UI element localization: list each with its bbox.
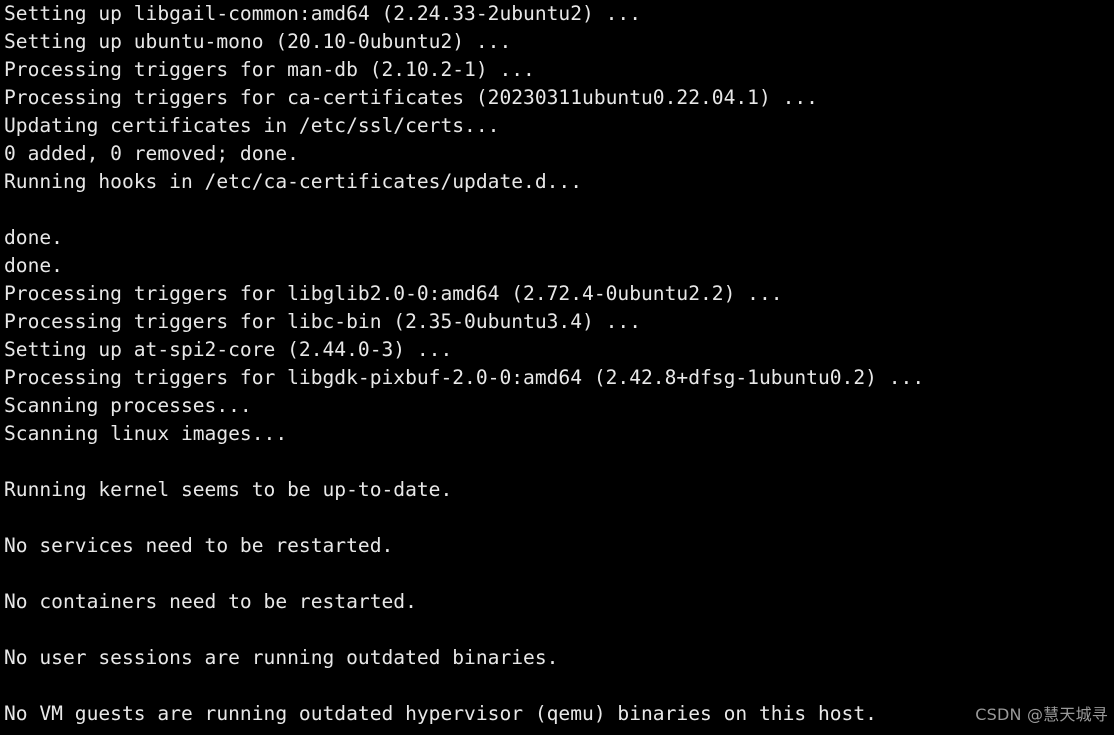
terminal-line: No user sessions are running outdated bi…	[4, 646, 559, 669]
csdn-watermark: CSDN @慧天城寻	[975, 705, 1108, 724]
terminal-line: 0 added, 0 removed; done.	[4, 142, 299, 165]
terminal-line: Scanning linux images...	[4, 422, 288, 445]
terminal-line: No services need to be restarted.	[4, 534, 394, 557]
terminal-line: Setting up libgail-common:amd64 (2.24.33…	[4, 2, 642, 25]
terminal-line: done.	[4, 226, 63, 249]
terminal-line: Processing triggers for libc-bin (2.35-0…	[4, 310, 642, 333]
terminal-line: Setting up ubuntu-mono (20.10-0ubuntu2) …	[4, 30, 512, 53]
terminal-line: No containers need to be restarted.	[4, 590, 417, 613]
terminal-output: Setting up libgail-common:amd64 (2.24.33…	[4, 0, 1114, 728]
terminal-window[interactable]: Setting up libgail-common:amd64 (2.24.33…	[0, 0, 1114, 735]
terminal-line: Processing triggers for ca-certificates …	[4, 86, 818, 109]
terminal-line: Setting up at-spi2-core (2.44.0-3) ...	[4, 338, 453, 361]
terminal-line: Processing triggers for libglib2.0-0:amd…	[4, 282, 783, 305]
terminal-line: Scanning processes...	[4, 394, 252, 417]
terminal-line: done.	[4, 254, 63, 277]
terminal-line: Processing triggers for libgdk-pixbuf-2.…	[4, 366, 925, 389]
terminal-line: Running hooks in /etc/ca-certificates/up…	[4, 170, 583, 193]
terminal-line: Running kernel seems to be up-to-date.	[4, 478, 453, 501]
terminal-line: No VM guests are running outdated hyperv…	[4, 702, 877, 725]
terminal-line: Processing triggers for man-db (2.10.2-1…	[4, 58, 535, 81]
terminal-line: Updating certificates in /etc/ssl/certs.…	[4, 114, 500, 137]
